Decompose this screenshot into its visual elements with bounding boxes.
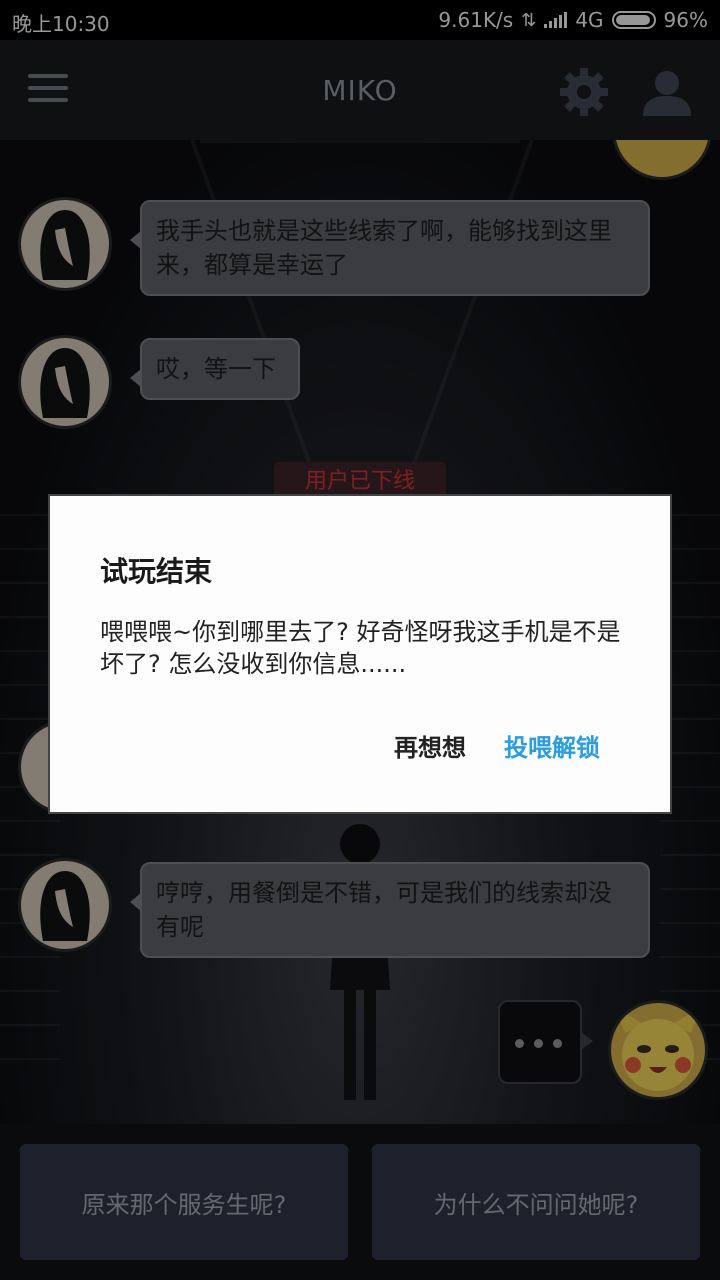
dialog-title: 试玩结束 — [100, 555, 213, 588]
dialog-message: 喂喂喂~你到哪里去了? 好奇怪呀我这手机是不是坏了? 怎么没收到你信息.....… — [100, 618, 621, 678]
unlock-button[interactable]: 投喂解锁 — [504, 728, 600, 763]
trial-end-dialog: 试玩结束 喂喂喂~你到哪里去了? 好奇怪呀我这手机是不是坏了? 怎么没收到你信息… — [48, 494, 672, 814]
rethink-button[interactable]: 再想想 — [394, 728, 466, 763]
